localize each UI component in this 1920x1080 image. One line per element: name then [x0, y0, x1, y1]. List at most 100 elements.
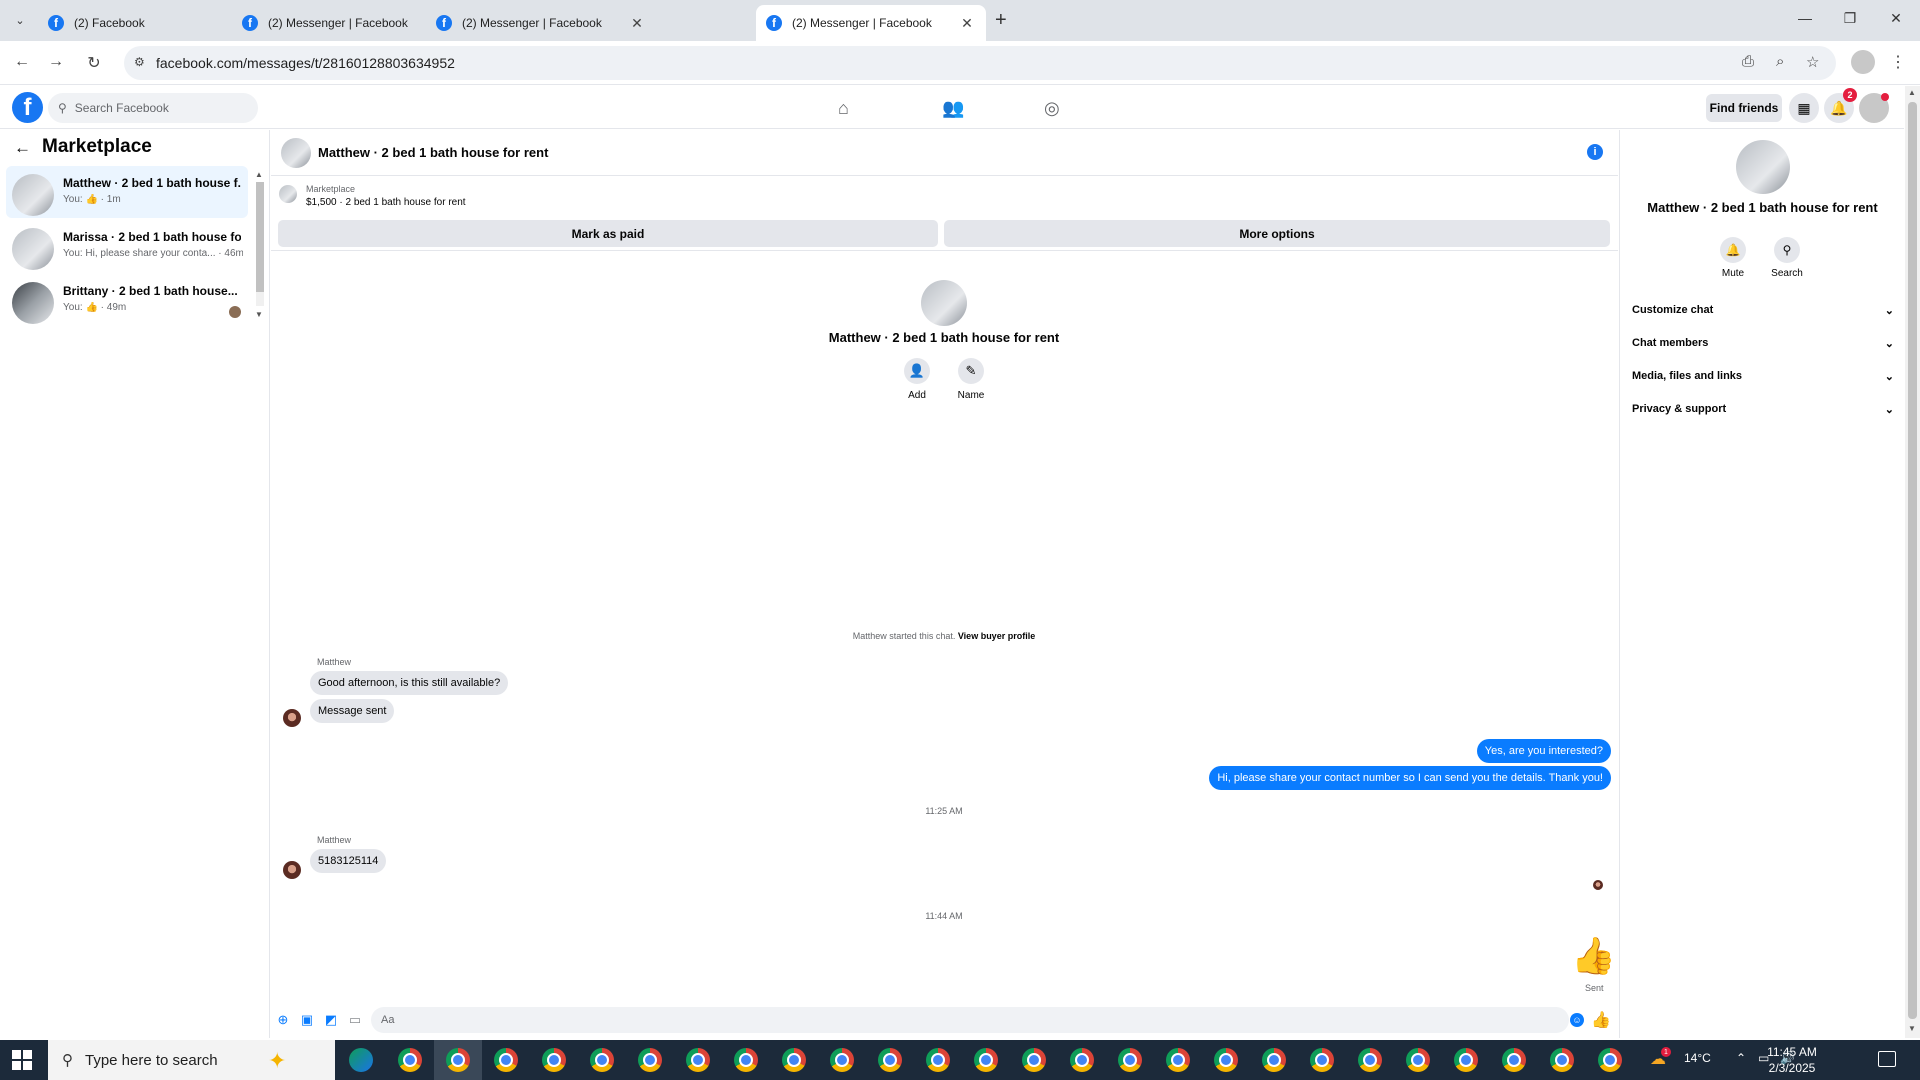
chrome-app-icon[interactable] [1598, 1048, 1622, 1072]
plus-icon[interactable]: ⊕ [275, 1012, 291, 1028]
scroll-up-icon[interactable]: ▲ [255, 170, 263, 179]
incoming-message[interactable]: Good afternoon, is this still available? [310, 671, 509, 695]
send-like-icon[interactable]: 👍 [1591, 1010, 1611, 1030]
chrome-app-icon[interactable] [638, 1048, 662, 1072]
search-in-chat-button[interactable]: ⚲ Search [1762, 237, 1812, 279]
privacy-support-section[interactable]: Privacy & support ⌄ [1632, 396, 1894, 422]
taskbar-search-box[interactable]: ⚲ Type here to search ✦ [48, 1040, 335, 1080]
back-arrow-icon[interactable]: ← [12, 53, 32, 71]
chrome-app-icon[interactable] [494, 1048, 518, 1072]
mark-as-paid-button[interactable]: Mark as paid [278, 220, 938, 247]
minimize-icon[interactable]: — [1795, 10, 1815, 26]
scroll-down-icon[interactable]: ▼ [1908, 1024, 1916, 1033]
chrome-app-icon[interactable] [782, 1048, 806, 1072]
notification-center-icon[interactable] [1878, 1051, 1896, 1067]
view-buyer-profile-link[interactable]: View buyer profile [958, 631, 1035, 641]
tab-close-icon[interactable]: ✕ [958, 15, 976, 32]
windows-start-icon[interactable] [12, 1050, 32, 1070]
groups-icon[interactable]: ◎ [1044, 98, 1060, 119]
facebook-search-input[interactable]: ⚲ Search Facebook [48, 93, 258, 123]
address-bar[interactable]: ⚙ facebook.com/messages/t/28160128803634… [124, 46, 1836, 80]
chrome-app-icon[interactable] [542, 1048, 566, 1072]
scroll-thumb[interactable] [1908, 102, 1917, 1019]
chrome-app-icon[interactable] [1550, 1048, 1574, 1072]
tab-close-icon[interactable]: ✕ [628, 15, 646, 32]
chat-members-section[interactable]: Chat members ⌄ [1632, 330, 1894, 356]
back-arrow-icon[interactable]: ← [14, 138, 31, 158]
scroll-down-icon[interactable]: ▼ [255, 310, 263, 319]
chrome-app-icon[interactable] [398, 1048, 422, 1072]
install-app-icon[interactable]: ⎙ [1742, 53, 1754, 70]
conversation-item[interactable]: Brittany · 2 bed 1 bath house... You: 👍 … [6, 274, 248, 326]
chrome-app-icon[interactable] [1022, 1048, 1046, 1072]
incoming-message[interactable]: Message sent [310, 699, 395, 723]
forward-arrow-icon[interactable]: → [46, 53, 66, 71]
name-chat-button[interactable]: ✎ Name [941, 358, 1001, 401]
chat-title[interactable]: Matthew · 2 bed 1 bath house for rent [318, 145, 548, 160]
chrome-app-icon[interactable] [1118, 1048, 1142, 1072]
sender-avatar[interactable] [283, 861, 301, 879]
zoom-icon[interactable]: ⌕ [1776, 53, 1784, 70]
sidebar-scrollbar[interactable]: ▲ ▼ [255, 170, 265, 320]
sticker-icon[interactable]: ◩ [323, 1012, 339, 1028]
chrome-app-icon[interactable] [830, 1048, 854, 1072]
chrome-app-icon[interactable] [1214, 1048, 1238, 1072]
emoji-icon[interactable]: ☺ [1570, 1013, 1584, 1027]
find-friends-button[interactable]: Find friends [1706, 94, 1782, 122]
more-options-button[interactable]: More options [944, 220, 1610, 247]
page-scrollbar[interactable]: ▲ ▼ [1905, 86, 1920, 1038]
sender-avatar[interactable] [283, 709, 301, 727]
mute-button[interactable]: 🔔 Mute [1708, 237, 1758, 279]
scroll-up-icon[interactable]: ▲ [1908, 88, 1916, 97]
chrome-app-icon[interactable] [878, 1048, 902, 1072]
outgoing-message[interactable]: Yes, are you interested? [1476, 739, 1611, 763]
url-text[interactable]: facebook.com/messages/t/2816012880363495… [156, 55, 455, 71]
system-clock[interactable]: 11:45 AM 2/3/2025 [1752, 1044, 1832, 1076]
chrome-app-icon[interactable] [1406, 1048, 1430, 1072]
chrome-app-icon[interactable] [1310, 1048, 1334, 1072]
chrome-app-icon[interactable] [734, 1048, 758, 1072]
chat-avatar[interactable] [281, 138, 311, 168]
chrome-app-icon[interactable] [446, 1048, 470, 1072]
chrome-app-icon[interactable] [590, 1048, 614, 1072]
chrome-app-icon[interactable] [926, 1048, 950, 1072]
browser-menu-icon[interactable]: ⋮ [1890, 52, 1906, 72]
chrome-app-icon[interactable] [1358, 1048, 1382, 1072]
chrome-app-icon[interactable] [686, 1048, 710, 1072]
info-icon[interactable]: i [1587, 144, 1603, 160]
weather-icon[interactable]: ☁ 1 [1650, 1047, 1671, 1069]
add-people-button[interactable]: 👤 Add [887, 358, 947, 401]
photo-icon[interactable]: ▣ [299, 1012, 315, 1028]
conversation-item[interactable]: Matthew · 2 bed 1 bath house f... You: 👍… [6, 166, 248, 218]
weather-temperature[interactable]: 14°C [1684, 1051, 1711, 1065]
incoming-message[interactable]: 5183125114 [310, 849, 387, 873]
media-files-links-section[interactable]: Media, files and links ⌄ [1632, 363, 1894, 389]
friends-icon[interactable]: 👥 [942, 98, 964, 119]
facebook-logo-icon[interactable]: f [12, 92, 43, 123]
large-like-icon[interactable]: 👍 [1571, 938, 1616, 974]
reload-icon[interactable]: ↻ [84, 53, 104, 73]
home-icon[interactable]: ⌂ [838, 98, 849, 119]
menu-grid-icon[interactable]: ▦ [1789, 93, 1819, 123]
chrome-app-icon[interactable] [1166, 1048, 1190, 1072]
outgoing-message[interactable]: Hi, please share your contact number so … [1209, 766, 1611, 790]
browser-tab-3[interactable]: f (2) Messenger | Facebook ✕ [426, 5, 656, 41]
tab-search-dropdown-icon[interactable]: ⌄ [8, 8, 32, 32]
chrome-app-icon[interactable] [974, 1048, 998, 1072]
restore-icon[interactable]: ❐ [1840, 10, 1860, 27]
browser-tab-4-active[interactable]: f (2) Messenger | Facebook ✕ [756, 5, 986, 41]
chrome-app-icon[interactable] [1502, 1048, 1526, 1072]
new-tab-button[interactable]: + [995, 9, 1007, 32]
bookmark-star-icon[interactable]: ☆ [1806, 53, 1819, 71]
chrome-app-icon[interactable] [1262, 1048, 1286, 1072]
site-info-icon[interactable]: ⚙ [134, 55, 145, 69]
window-close-icon[interactable]: ✕ [1886, 10, 1906, 27]
browser-profile-avatar[interactable] [1851, 50, 1875, 74]
chrome-app-icon[interactable] [1070, 1048, 1094, 1072]
edge-app-icon[interactable] [349, 1048, 373, 1072]
gif-icon[interactable]: ▭ [347, 1012, 363, 1028]
chrome-app-icon[interactable] [1454, 1048, 1478, 1072]
conversation-item[interactable]: Marissa · 2 bed 1 bath house fo... You: … [6, 220, 248, 272]
scroll-thumb[interactable] [256, 182, 264, 292]
listing-price-title[interactable]: $1,500 · 2 bed 1 bath house for rent [306, 197, 466, 208]
